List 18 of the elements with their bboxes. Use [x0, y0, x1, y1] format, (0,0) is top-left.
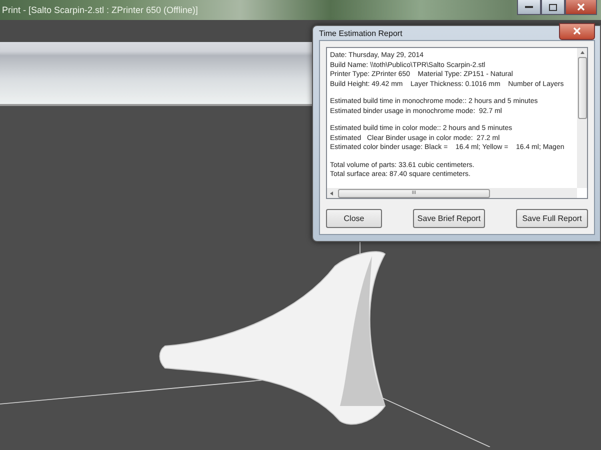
up-arrow-icon[interactable]	[580, 50, 584, 55]
close-icon	[573, 27, 581, 35]
save-report-button[interactable]: Save Brief Report	[413, 209, 485, 228]
close-icon	[577, 3, 585, 11]
report-text-area[interactable]	[326, 47, 588, 199]
maximize-icon	[549, 4, 557, 10]
minimize-button[interactable]	[517, 0, 541, 15]
close-button[interactable]	[565, 0, 597, 15]
horn-model-drawing[interactable]	[159, 251, 386, 425]
save-report-button[interactable]: Save Full Report	[516, 209, 588, 228]
maximize-button[interactable]	[541, 0, 565, 15]
vertical-scrollbar[interactable]	[577, 48, 587, 188]
minimize-icon	[525, 6, 533, 8]
dialog-title: Time Estimation Report	[319, 28, 402, 38]
window-title: Print - [Salto Scarpin-2.stl : ZPrinter 650 (Offline)]	[2, 5, 198, 15]
close-dialog-button[interactable]: Close	[326, 209, 382, 228]
close-button[interactable]	[559, 22, 595, 40]
left-arrow-icon[interactable]	[329, 190, 334, 196]
